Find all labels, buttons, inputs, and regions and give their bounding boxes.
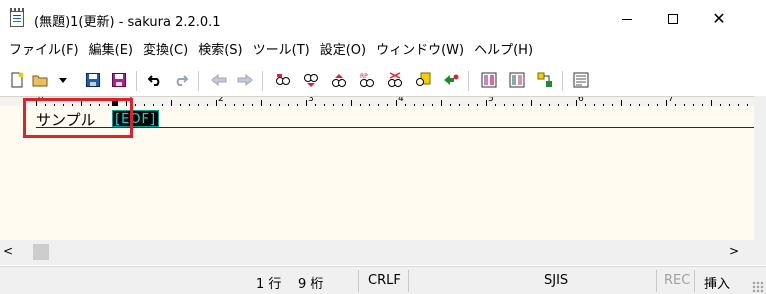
resize-grip-icon[interactable] bbox=[752, 281, 764, 293]
maximize-icon bbox=[668, 14, 678, 24]
annotation-highlight-box bbox=[23, 98, 133, 138]
vertical-scrollbar[interactable] bbox=[754, 96, 766, 240]
toolbar: RP bbox=[0, 65, 766, 95]
scroll-right-icon[interactable]: > bbox=[726, 244, 742, 260]
svg-text:RP: RP bbox=[360, 73, 368, 80]
status-bar: 1 行 9 桁 CRLF SJIS REC 挿入 bbox=[0, 266, 766, 294]
app-icon bbox=[10, 8, 24, 27]
ruler-label: 3 bbox=[308, 97, 314, 104]
status-separator bbox=[358, 270, 359, 292]
open-folder-icon[interactable] bbox=[32, 71, 50, 89]
status-separator bbox=[694, 270, 695, 292]
scroll-left-icon[interactable]: < bbox=[0, 244, 16, 260]
menu-settings[interactable]: 設定(O) bbox=[315, 38, 371, 64]
new-file-icon[interactable] bbox=[8, 71, 26, 89]
grep-icon[interactable] bbox=[414, 71, 432, 89]
window-title: (無題)1(更新) - sakura 2.2.0.1 bbox=[34, 15, 221, 30]
tag-jump-icon[interactable] bbox=[536, 71, 554, 89]
status-encoding[interactable]: SJIS bbox=[544, 273, 568, 288]
title-bar: (無題)1(更新) - sakura 2.2.0.1 ✕ bbox=[0, 0, 766, 38]
ruler-label: 2 bbox=[218, 97, 224, 104]
menu-help[interactable]: ヘルプ(H) bbox=[469, 38, 538, 64]
toolbar-separator bbox=[468, 71, 469, 91]
ruler-label: 4 bbox=[398, 97, 404, 104]
move-forward-icon[interactable] bbox=[236, 71, 254, 89]
maximize-button[interactable] bbox=[650, 0, 696, 38]
status-rec: REC bbox=[664, 273, 691, 288]
toolbar-separator bbox=[562, 71, 563, 91]
type-settings-icon[interactable] bbox=[572, 71, 590, 89]
search-next-icon[interactable] bbox=[330, 71, 348, 89]
clear-mark-icon[interactable] bbox=[386, 71, 404, 89]
undo-icon[interactable] bbox=[146, 71, 164, 89]
search-prev-icon[interactable] bbox=[302, 71, 320, 89]
minimize-icon bbox=[622, 18, 632, 20]
menu-bar: ファイル(F) 編集(E) 変換(C) 検索(S) ツール(T) 設定(O) ウ… bbox=[0, 38, 766, 64]
cursor-line-underline bbox=[36, 127, 754, 128]
menu-edit[interactable]: 編集(E) bbox=[84, 38, 138, 64]
save-icon[interactable] bbox=[84, 71, 102, 89]
redo-icon[interactable] bbox=[172, 71, 190, 89]
ruler-label: 6 bbox=[578, 97, 584, 104]
status-insert-mode[interactable]: 挿入 bbox=[704, 273, 730, 292]
menu-tools[interactable]: ツール(T) bbox=[248, 38, 315, 64]
save-all-icon[interactable] bbox=[110, 71, 128, 89]
status-separator bbox=[656, 270, 657, 292]
status-column: 9 桁 bbox=[298, 277, 324, 292]
move-back-icon[interactable] bbox=[210, 71, 228, 89]
scroll-thumb[interactable] bbox=[33, 244, 49, 260]
menu-file[interactable]: ファイル(F) bbox=[4, 38, 84, 64]
ruler-label: 7 bbox=[668, 97, 674, 104]
menu-window[interactable]: ウィンドウ(W) bbox=[371, 38, 469, 64]
close-icon: ✕ bbox=[712, 9, 726, 28]
open-dropdown-icon[interactable] bbox=[58, 71, 68, 89]
horizontal-scrollbar[interactable]: < > bbox=[0, 240, 766, 265]
toolbar-separator bbox=[262, 71, 263, 91]
minimize-button[interactable] bbox=[604, 0, 650, 38]
close-button[interactable]: ✕ bbox=[696, 0, 742, 38]
outline-icon[interactable] bbox=[480, 71, 498, 89]
status-line: 1 行 bbox=[256, 277, 282, 292]
compare-icon[interactable] bbox=[508, 71, 526, 89]
toolbar-separator bbox=[136, 71, 137, 91]
replace-icon[interactable]: RP bbox=[358, 71, 376, 89]
status-separator bbox=[408, 270, 409, 292]
jump-icon[interactable] bbox=[442, 71, 460, 89]
status-line-ending[interactable]: CRLF bbox=[368, 273, 401, 288]
menu-search[interactable]: 検索(S) bbox=[193, 38, 247, 64]
toolbar-separator bbox=[198, 71, 199, 91]
ruler-label: 5 bbox=[488, 97, 494, 104]
search-icon[interactable] bbox=[274, 71, 292, 89]
menu-convert[interactable]: 変換(C) bbox=[138, 38, 193, 64]
